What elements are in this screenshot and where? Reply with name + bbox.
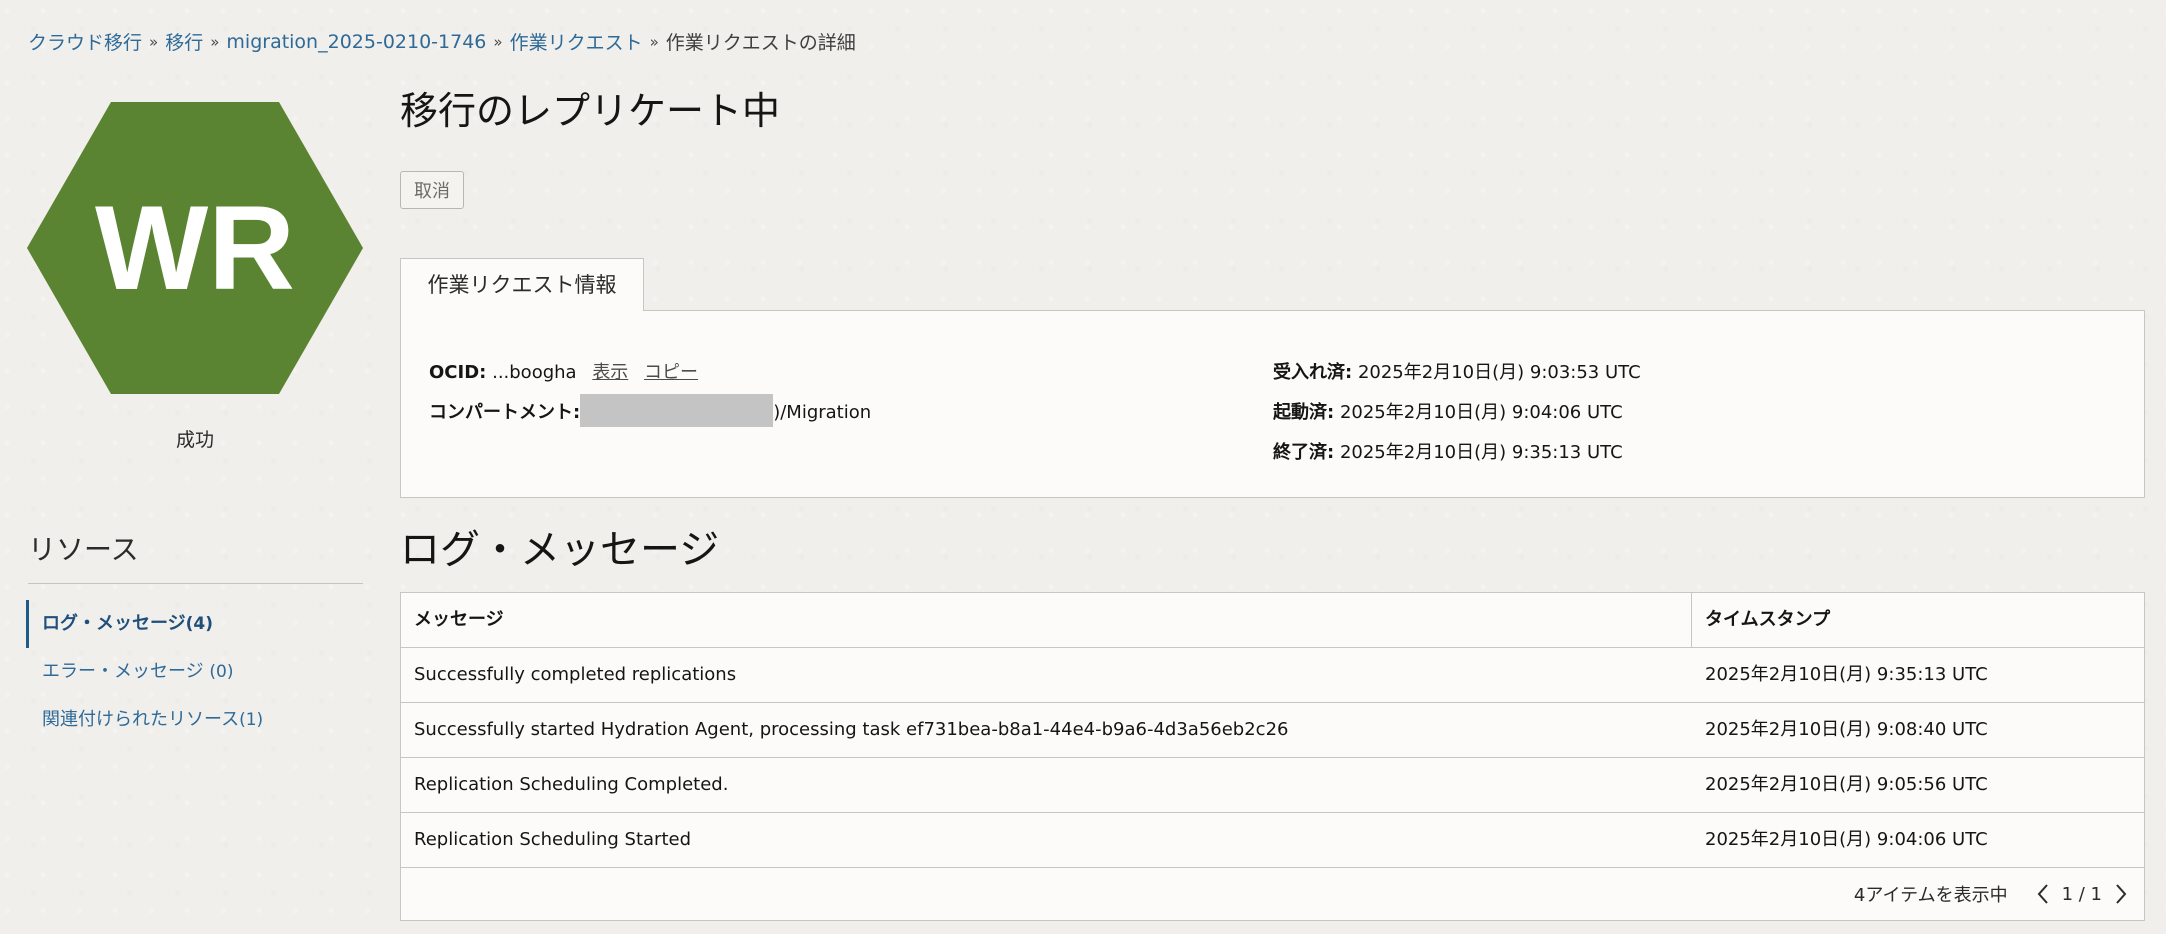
message-cell: Replication Scheduling Started xyxy=(414,829,691,850)
timestamp-cell: 2025年2月10日(月) 9:05:56 UTC xyxy=(1705,774,1988,795)
chevron-right-icon[interactable] xyxy=(2110,879,2132,909)
resource-item-error-messages[interactable]: エラー・メッセージ (0) xyxy=(26,648,366,696)
table-row: Successfully completed replications 2025… xyxy=(401,648,2144,703)
accepted-row: 受入れ済: 2025年2月10日(月) 9:03:53 UTC xyxy=(1273,358,1641,384)
resources-title: リソース xyxy=(28,533,139,566)
finished-value: 2025年2月10日(月) 9:35:13 UTC xyxy=(1339,442,1623,463)
timestamp-cell: 2025年2月10日(月) 9:08:40 UTC xyxy=(1705,719,1988,740)
message-cell: Successfully started Hydration Agent, pr… xyxy=(414,719,1289,740)
log-messages-title: ログ・メッセージ xyxy=(400,527,720,573)
started-value: 2025年2月10日(月) 9:04:06 UTC xyxy=(1339,402,1623,423)
ocid-value: ...boogha xyxy=(492,362,577,383)
accepted-value: 2025年2月10日(月) 9:03:53 UTC xyxy=(1357,362,1641,383)
ocid-label: OCID: xyxy=(429,362,487,383)
resource-item-count: (1) xyxy=(239,710,264,730)
accepted-label: 受入れ済: xyxy=(1273,362,1353,383)
tab-work-request-information[interactable]: 作業リクエスト情報 xyxy=(400,258,644,311)
page-title: 移行のレプリケート中 xyxy=(400,89,781,133)
table-row: Replication Scheduling Started 2025年2月10… xyxy=(401,813,2144,868)
timestamp-cell: 2025年2月10日(月) 9:35:13 UTC xyxy=(1705,664,1988,685)
items-count-text: 4アイテムを表示中 xyxy=(1853,885,2008,906)
column-header-timestamp[interactable]: タイムスタンプ xyxy=(1692,593,2144,647)
chevron-left-icon[interactable] xyxy=(2032,879,2054,909)
resource-item-count: (0) xyxy=(209,662,234,682)
message-cell: Successfully completed replications xyxy=(414,664,737,685)
breadcrumb-work-requests[interactable]: 作業リクエスト xyxy=(510,28,643,55)
status-label: 成功 xyxy=(175,429,214,451)
finished-label: 終了済: xyxy=(1273,442,1335,463)
compartment-label: コンパートメント: xyxy=(429,402,581,423)
table-footer: 4アイテムを表示中 1 / 1 xyxy=(401,868,2144,920)
work-request-info-panel: OCID: ...boogha 表示 コピー コンパートメント: )/Migrat… xyxy=(400,310,2145,498)
ocid-show-link[interactable]: 表示 xyxy=(592,362,628,383)
resources-nav: ログ・メッセージ(4) エラー・メッセージ (0) 関連付けられたリソース(1) xyxy=(26,600,366,744)
breadcrumb-separator-icon: » xyxy=(649,32,659,51)
finished-row: 終了済: 2025年2月10日(月) 9:35:13 UTC xyxy=(1273,438,1623,464)
compartment-row: コンパートメント: )/Migration xyxy=(429,393,872,427)
resource-item-log-messages[interactable]: ログ・メッセージ(4) xyxy=(26,600,366,648)
badge-initials: WR xyxy=(95,181,295,315)
timestamp-cell: 2025年2月10日(月) 9:04:06 UTC xyxy=(1705,829,1988,850)
table-row: Replication Scheduling Completed. 2025年2… xyxy=(401,758,2144,813)
log-messages-table: メッセージ タイムスタンプ Successfully completed rep… xyxy=(400,592,2145,921)
work-request-hexagon-icon: WR xyxy=(27,102,363,394)
breadcrumb-current: 作業リクエストの詳細 xyxy=(665,32,856,54)
ocid-copy-link[interactable]: コピー xyxy=(644,362,698,383)
breadcrumb-separator-icon: » xyxy=(493,32,503,51)
resources-divider xyxy=(28,583,363,584)
redacted-block xyxy=(580,393,774,427)
table-row: Successfully started Hydration Agent, pr… xyxy=(401,703,2144,758)
resource-item-label: 関連付けられたリソース xyxy=(42,709,240,730)
cancel-button[interactable]: 取消 xyxy=(400,171,464,209)
resource-item-count: (4) xyxy=(185,614,214,634)
resource-item-label: エラー・メッセージ xyxy=(42,661,210,682)
started-label: 起動済: xyxy=(1273,402,1335,423)
table-header: メッセージ タイムスタンプ xyxy=(401,593,2144,648)
message-cell: Replication Scheduling Completed. xyxy=(414,774,729,795)
ocid-row: OCID: ...boogha 表示 コピー xyxy=(429,358,698,384)
left-column: WR 成功 リソース ログ・メッセージ(4) エラー・メッセージ (0) 関連付… xyxy=(0,0,390,934)
compartment-suffix: )/Migration xyxy=(773,402,872,423)
resource-item-label: ログ・メッセージ xyxy=(42,613,186,634)
page-indicator: 1 / 1 xyxy=(2061,883,2102,905)
started-row: 起動済: 2025年2月10日(月) 9:04:06 UTC xyxy=(1273,398,1623,424)
column-header-message[interactable]: メッセージ xyxy=(401,593,1692,647)
resource-item-associated-resources[interactable]: 関連付けられたリソース(1) xyxy=(26,696,366,744)
